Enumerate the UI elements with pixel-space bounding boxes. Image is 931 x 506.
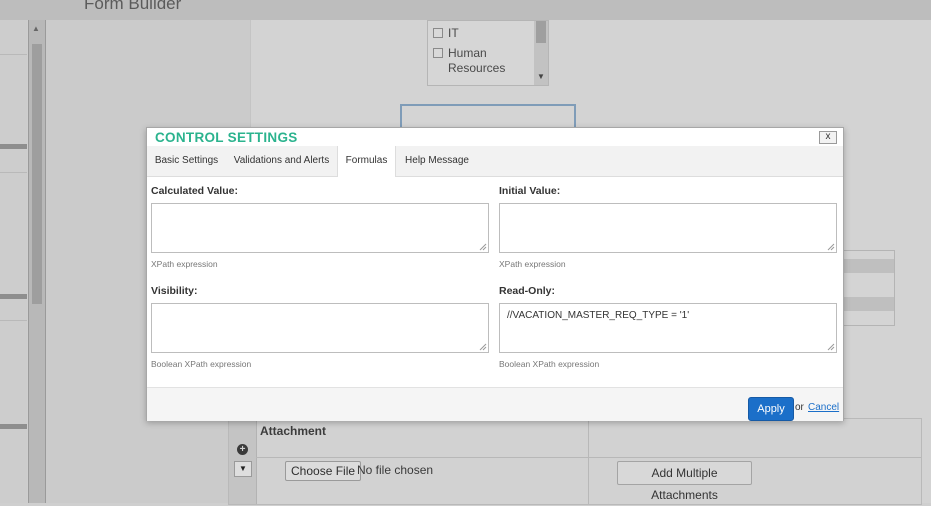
cancel-link[interactable]: Cancel bbox=[808, 402, 839, 413]
resize-grip-icon[interactable] bbox=[479, 243, 487, 251]
app-title: Form Builder bbox=[84, 0, 182, 13]
checkbox[interactable] bbox=[433, 48, 443, 58]
scroll-down-arrow-icon[interactable]: ▼ bbox=[537, 72, 545, 81]
read-only-hint: Boolean XPath expression bbox=[499, 359, 600, 369]
add-multiple-attachments-button[interactable]: Add Multiple Attachments bbox=[617, 461, 752, 502]
department-label: Human Resources bbox=[448, 46, 506, 75]
resize-grip-icon[interactable] bbox=[827, 243, 835, 251]
settings-tabs: Basic Settings Validations and Alerts Fo… bbox=[147, 146, 843, 177]
tab-formulas[interactable]: Formulas bbox=[337, 146, 396, 177]
left-panel-separator bbox=[0, 424, 27, 429]
side-table bbox=[842, 250, 895, 326]
checkbox[interactable] bbox=[433, 28, 443, 38]
left-panel-separator bbox=[0, 294, 27, 299]
left-panel bbox=[0, 20, 27, 503]
row-divider bbox=[256, 457, 921, 458]
no-file-text: No file chosen bbox=[357, 463, 434, 477]
left-panel-divider bbox=[0, 320, 27, 321]
department-item-it[interactable]: IT bbox=[433, 26, 459, 40]
scrollbar-thumb[interactable] bbox=[32, 44, 42, 304]
resize-grip-icon[interactable] bbox=[479, 343, 487, 351]
department-item-hr[interactable]: Human Resources bbox=[433, 46, 508, 76]
apply-button[interactable]: Apply bbox=[748, 397, 794, 421]
tab-basic-settings[interactable]: Basic Settings bbox=[147, 146, 226, 176]
formulas-panel: Calculated Value: XPath expression Initi… bbox=[147, 177, 843, 387]
tab-help-message[interactable]: Help Message bbox=[396, 146, 478, 176]
visibility-hint: Boolean XPath expression bbox=[151, 359, 252, 369]
attachment-label: Attachment bbox=[260, 424, 327, 438]
app-header: Form Builder bbox=[0, 0, 931, 20]
read-only-label: Read-Only: bbox=[499, 285, 556, 297]
scroll-up-arrow-icon[interactable]: ▲ bbox=[32, 24, 40, 33]
tab-validations-and-alerts[interactable]: Validations and Alerts bbox=[227, 146, 336, 176]
control-settings-dialog: CONTROL SETTINGS x Basic Settings Valida… bbox=[146, 127, 844, 421]
add-row-icon[interactable]: + bbox=[237, 444, 248, 455]
department-checkbox-list[interactable]: IT Human Resources ▼ bbox=[427, 20, 549, 86]
left-panel-divider bbox=[0, 172, 27, 173]
dialog-title: CONTROL SETTINGS bbox=[155, 130, 298, 145]
left-panel-separator bbox=[0, 144, 27, 149]
calculated-value-label: Calculated Value: bbox=[151, 185, 238, 197]
side-table-row bbox=[843, 259, 894, 273]
or-text: or bbox=[795, 402, 804, 413]
left-panel-divider bbox=[0, 54, 27, 55]
visibility-textarea[interactable] bbox=[151, 303, 489, 353]
attachment-table: Attachment + ▼ Choose File No file chose… bbox=[228, 418, 922, 505]
resize-grip-icon[interactable] bbox=[827, 343, 835, 351]
row-menu-chevron-down-icon[interactable]: ▼ bbox=[234, 461, 252, 477]
initial-value-hint: XPath expression bbox=[499, 259, 566, 269]
initial-value-label: Initial Value: bbox=[499, 185, 561, 197]
dialog-footer: Apply or Cancel bbox=[147, 387, 843, 421]
close-icon[interactable]: x bbox=[819, 131, 837, 144]
read-only-textarea[interactable]: //VACATION_MASTER_REQ_TYPE = '1' bbox=[499, 303, 837, 353]
vertical-scrollbar[interactable]: ▲ bbox=[28, 20, 46, 503]
side-table-row bbox=[843, 297, 894, 311]
department-label: IT bbox=[448, 26, 459, 40]
list-scrollbar-thumb[interactable] bbox=[536, 21, 546, 43]
choose-file-button[interactable]: Choose File bbox=[285, 461, 362, 481]
column-divider bbox=[588, 419, 589, 504]
calculated-value-hint: XPath expression bbox=[151, 259, 218, 269]
calculated-value-textarea[interactable] bbox=[151, 203, 489, 253]
read-only-text: //VACATION_MASTER_REQ_TYPE = '1' bbox=[507, 310, 690, 321]
list-scrollbar[interactable]: ▼ bbox=[534, 21, 548, 85]
visibility-label: Visibility: bbox=[151, 285, 198, 297]
initial-value-textarea[interactable] bbox=[499, 203, 837, 253]
